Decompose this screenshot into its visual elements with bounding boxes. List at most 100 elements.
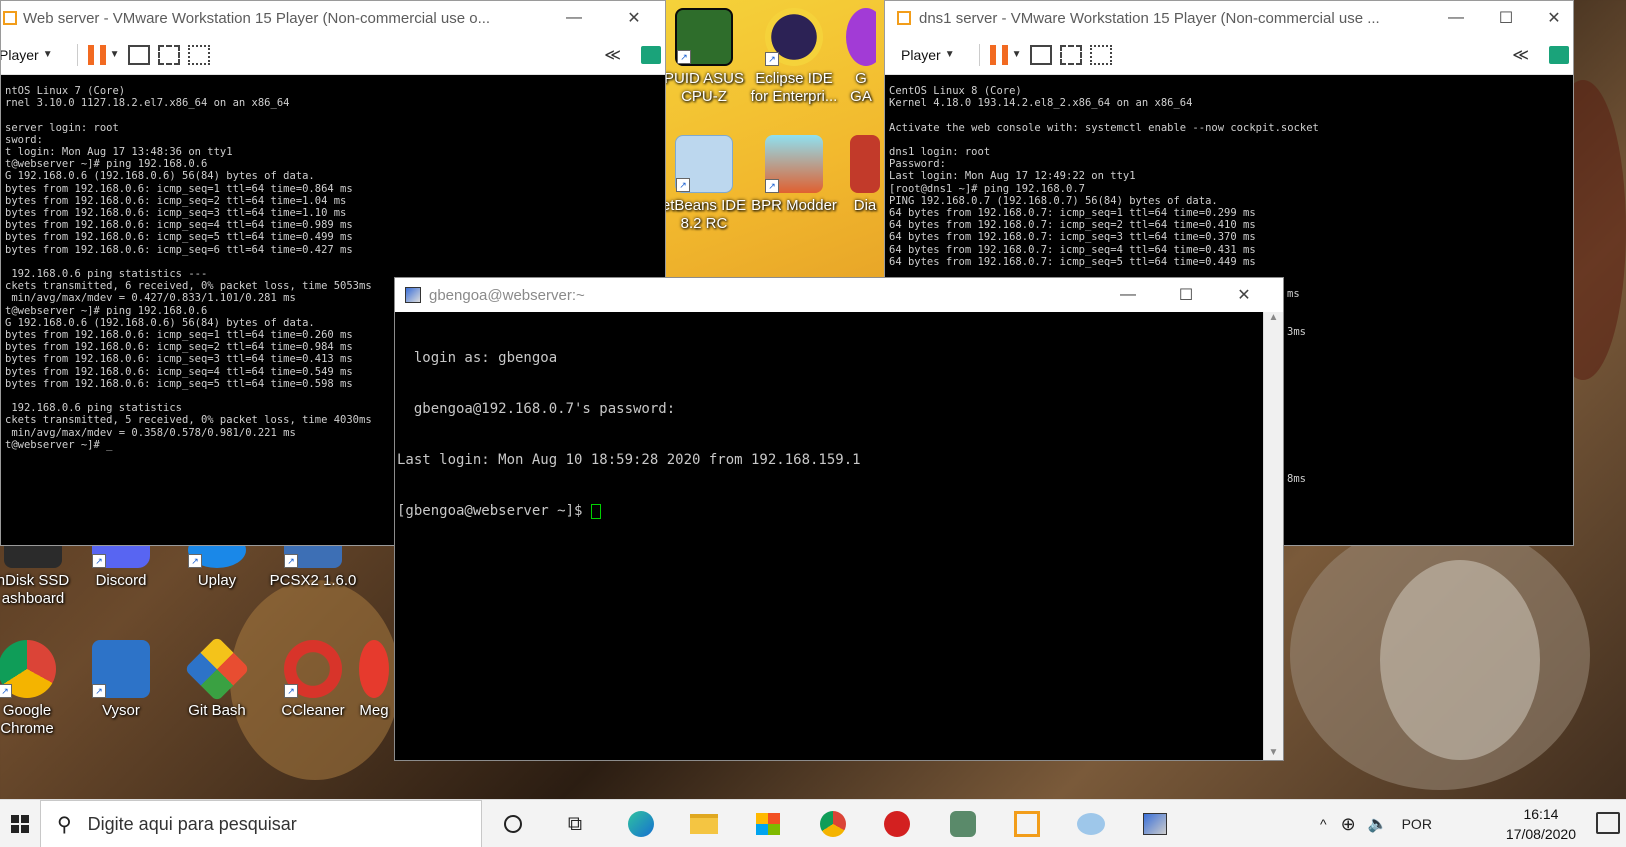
title-bar[interactable]: Web server - VMware Workstation 15 Playe… [1,1,665,35]
minimize-button[interactable]: — [1433,1,1479,35]
player-menu-label: Player [0,46,39,63]
chevron-down-icon: ▼ [42,49,53,60]
language-indicator[interactable]: POR [1402,816,1432,832]
dia-icon [850,135,880,193]
start-button[interactable] [0,800,40,847]
taskbar-search-box[interactable]: ⚲ Digite aqui para pesquisar [40,800,482,847]
send-ctrl-alt-del-button[interactable] [127,41,150,69]
desktop-icon-bpr-modder[interactable]: ↗ BPR Modder [748,135,840,215]
search-icon: ⚲ [57,813,72,836]
console-line: 64 bytes from 192.168.0.7: icmp_seq=1 tt… [889,207,1256,220]
scrollbar[interactable]: ▲ ▼ [1263,312,1283,760]
console-line: rnel 3.10.0 1127.18.2.el7.x86_64 on an x… [5,97,290,110]
vysor-icon: ↗ [92,640,150,698]
full-screen-button[interactable] [1059,41,1082,69]
close-button[interactable]: ✕ [1531,1,1573,35]
full-screen-button[interactable] [157,41,180,69]
desktop-icon-label: PCSX2 1.6.0 [269,572,357,589]
full-screen-icon [1059,44,1082,65]
desktop-icon-label: Dia [853,197,877,214]
terminal-line: Last login: Mon Aug 10 18:59:28 2020 fro… [397,452,861,468]
desktop-icon-label: nDisk SSD [0,572,70,589]
toolbar-separator [978,43,980,66]
close-button[interactable]: ✕ [1221,278,1267,312]
console-line: [root@dns1 ~]# ping 192.168.0.7 [889,182,1085,195]
console-line: t login: Mon Aug 17 13:48:36 on tty1 [5,146,233,159]
clock[interactable]: 16:14 17/08/2020 [1506,804,1576,844]
pause-button[interactable]: ▼ [87,41,120,69]
maximize-button[interactable]: ☐ [1483,1,1529,35]
console-line: bytes from 192.168.0.6: icmp_seq=1 ttl=6… [5,182,353,195]
eclipse-icon: ↗ [765,8,823,66]
putty-icon [405,287,421,303]
unity-icon [187,44,210,65]
collapse-toolbar-button[interactable]: ≪ [1512,41,1529,69]
chevron-down-icon: ▼ [109,49,120,60]
vmware-icon [1014,811,1040,837]
taskbar-store[interactable] [745,806,791,842]
desktop-icon-cpuz[interactable]: ↗ PUID ASUS CPU-Z [660,8,748,106]
speaker-icon[interactable]: 🔈 [1368,814,1388,834]
collapse-toolbar-button[interactable]: ≪ [604,41,621,69]
taskbar-chrome[interactable] [810,806,856,842]
maximize-button[interactable]: ☐ [1163,278,1209,312]
player-menu-button[interactable]: Player ▼ [895,41,961,69]
taskbar-app-red[interactable] [874,806,920,842]
notes-button[interactable] [641,41,661,69]
send-ctrl-alt-del-button[interactable] [1029,41,1052,69]
scroll-down-icon[interactable]: ▼ [1264,747,1283,758]
unity-icon [1089,44,1112,65]
title-bar[interactable]: gbengoa@webserver:~ — ☐ ✕ [395,278,1283,312]
desktop-icon-ga[interactable]: G GA [846,8,876,106]
edge-icon [628,811,654,837]
bpr-modder-icon: ↗ [765,135,823,193]
window-title: gbengoa@webserver:~ [429,286,585,304]
pause-button[interactable]: ▼ [989,41,1022,69]
taskbar-whatsapp[interactable] [940,806,986,842]
desktop-icon-git-bash[interactable]: Git Bash [170,636,264,720]
chevron-up-icon[interactable]: ^ [1320,816,1327,832]
globe-network-icon[interactable]: ⊕ [1341,814,1356,835]
console-line: server login: root [5,121,119,134]
netbeans-cube-icon: ↗ [675,135,733,193]
folder-icon [690,814,718,834]
taskbar-edge[interactable] [618,806,664,842]
close-button[interactable]: ✕ [611,1,657,35]
minimize-button[interactable]: — [551,1,597,35]
desktop-icon-chrome[interactable]: ↗ Google Chrome [0,640,74,738]
title-bar[interactable]: dns1 server - VMware Workstation 15 Play… [885,1,1573,35]
chrome-icon: ↗ [0,640,56,698]
terminal-area[interactable]: login as: gbengoa gbengoa@192.168.0.7's … [395,312,1263,760]
unity-button[interactable] [187,41,210,69]
cortana-button[interactable] [490,806,536,842]
putty-window[interactable]: gbengoa@webserver:~ — ☐ ✕ login as: gben… [394,277,1284,761]
notifications-button[interactable] [1596,812,1620,834]
vmware-toolbar: Player ▼ ▼ ≪ [885,35,1573,75]
desktop-icon-dia[interactable]: Dia [850,135,880,215]
windows-logo-icon [11,815,29,833]
desktop-icon-label: ashboard [1,590,65,607]
chevron-down-icon: ▼ [1011,49,1022,60]
desktop-icon-ccleaner[interactable]: ↗ CCleaner [266,640,360,720]
desktop-icon-vysor[interactable]: ↗ Vysor [74,640,168,720]
taskbar-vmware[interactable] [1004,806,1050,842]
player-menu-button[interactable]: Player ▼ [0,41,59,69]
task-view-button[interactable]: ⧉ [552,806,598,842]
taskbar-paint[interactable] [1068,806,1114,842]
desktop-icon-mega[interactable]: Meg [354,640,394,720]
console-line: 64 bytes from 192.168.0.7: icmp_seq=3 tt… [889,231,1256,244]
desktop-icon-eclipse[interactable]: ↗ Eclipse IDE for Enterpri... [748,8,840,106]
scroll-up-icon[interactable]: ▲ [1264,312,1283,323]
chevron-down-icon: ▼ [944,49,955,60]
taskbar-file-explorer[interactable] [681,806,727,842]
unity-button[interactable] [1089,41,1112,69]
desktop-icon-netbeans[interactable]: ↗ etBeans IDE 8.2 RC [660,135,748,233]
taskbar-putty[interactable] [1132,806,1178,842]
send-keys-icon [127,44,150,65]
minimize-button[interactable]: — [1105,278,1151,312]
notes-button[interactable] [1549,41,1569,69]
